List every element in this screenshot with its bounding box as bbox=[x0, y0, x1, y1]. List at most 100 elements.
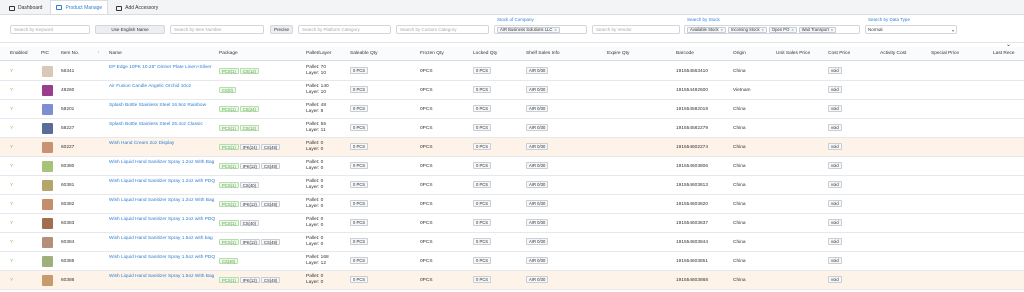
product-name-link[interactable]: Air Fusion Candle Angelic Orchid 10oz bbox=[109, 84, 221, 90]
close-icon[interactable]: × bbox=[791, 27, 793, 32]
table-row[interactable]: Y 58201 Splash Bottle Stainless Steel 16.9… bbox=[0, 100, 1024, 119]
saleable-qty-chip[interactable]: 0 PCS bbox=[350, 86, 369, 93]
product-thumbnail[interactable] bbox=[42, 104, 53, 115]
locked-qty-chip[interactable]: 0 PCS bbox=[473, 124, 492, 131]
locked-qty-chip[interactable]: 0 PCS bbox=[473, 86, 492, 93]
product-name-link[interactable]: Wish Liquid Hand Sanitizer Spray 1.5oz W… bbox=[109, 274, 221, 280]
cost-price-void-chip[interactable]: void bbox=[828, 276, 842, 283]
product-name-link[interactable]: Wish Hand Cream 2oz Display bbox=[109, 141, 221, 147]
stock-of-company-select[interactable]: AIR Business Solutions LLC × bbox=[494, 25, 587, 34]
saleable-qty-chip[interactable]: 0 PCS bbox=[350, 257, 369, 264]
product-thumbnail[interactable] bbox=[42, 123, 53, 134]
product-name-link[interactable]: Wish Liquid Hand Sanitizer Spray 1.5oz w… bbox=[109, 255, 221, 261]
shelf-sales-chip[interactable]: AIR 0/30 bbox=[526, 105, 549, 112]
shelf-sales-chip[interactable]: AIR 0/30 bbox=[526, 257, 549, 264]
shelf-sales-chip[interactable]: AIR 0/30 bbox=[526, 143, 549, 150]
col-unit-sales-price[interactable]: Unit Sales Price bbox=[776, 51, 810, 56]
keyword-search-input[interactable]: Search by Keyword bbox=[10, 25, 90, 34]
product-thumbnail[interactable] bbox=[42, 237, 53, 248]
cost-price-void-chip[interactable]: void bbox=[828, 67, 842, 74]
cost-price-void-chip[interactable]: void bbox=[828, 257, 842, 264]
col-locked-qty[interactable]: Locked Qty bbox=[473, 51, 497, 56]
product-name-link[interactable]: Wish Liquid Hand Sanitizer Spray 1.2oz w… bbox=[109, 179, 221, 185]
table-row[interactable]: Y 60382 Wish Liquid Hand Sanitizer Spray 1… bbox=[0, 195, 1024, 214]
search-by-stock-select[interactable]: Available Stock × Incoming Stock × Open PO… bbox=[684, 25, 860, 34]
platform-category-input[interactable]: Search by Platform Category bbox=[298, 25, 391, 34]
precise-button[interactable]: Precise bbox=[270, 25, 293, 34]
product-thumbnail[interactable] bbox=[42, 218, 53, 229]
saleable-qty-chip[interactable]: 0 PCS bbox=[350, 143, 369, 150]
col-package[interactable]: Package bbox=[219, 51, 238, 56]
use-english-name-button[interactable]: Use English Name bbox=[95, 25, 165, 34]
col-name[interactable]: Name bbox=[109, 51, 122, 56]
shelf-sales-chip[interactable]: AIR 0/30 bbox=[526, 219, 549, 226]
product-thumbnail[interactable] bbox=[42, 199, 53, 210]
col-frozen-qty[interactable]: Frozen Qty bbox=[420, 51, 444, 56]
table-row[interactable]: Y 56341 EP Edge 10PK 10.25" Dinner Plate L… bbox=[0, 62, 1024, 81]
cost-price-void-chip[interactable]: void bbox=[828, 86, 842, 93]
shelf-sales-chip[interactable]: AIR 0/30 bbox=[526, 162, 549, 169]
shelf-sales-chip[interactable]: AIR 0/30 bbox=[526, 181, 549, 188]
cost-price-void-chip[interactable]: void bbox=[828, 124, 842, 131]
table-row[interactable]: Y 58227 Splash Bottle Stainless Steel 25.4… bbox=[0, 119, 1024, 138]
data-type-select[interactable]: Normal ▾ bbox=[865, 25, 957, 34]
table-row[interactable]: Y 60384 Wish Liquid Hand Sanitizer Spray 1… bbox=[0, 233, 1024, 252]
saleable-qty-chip[interactable]: 0 PCS bbox=[350, 181, 369, 188]
table-row[interactable]: Y 60386 Wish Liquid Hand Sanitizer Spray 1… bbox=[0, 271, 1024, 290]
product-thumbnail[interactable] bbox=[42, 161, 53, 172]
tab-add-accessory[interactable]: Add Accessory bbox=[110, 1, 164, 14]
close-icon[interactable]: × bbox=[762, 27, 764, 32]
cost-price-void-chip[interactable]: void bbox=[828, 181, 842, 188]
close-icon[interactable]: × bbox=[554, 27, 556, 32]
stock-tag[interactable]: Wait Transport × bbox=[798, 26, 837, 33]
col-origin[interactable]: Origin bbox=[733, 51, 746, 56]
col-saleable-qty[interactable]: Saleable Qty bbox=[350, 51, 377, 56]
cost-price-void-chip[interactable]: void bbox=[828, 162, 842, 169]
col-item-no[interactable]: Item No. bbox=[61, 51, 79, 56]
table-row[interactable]: Y 60380 Wish Liquid Hand Sanitizer Spray 1… bbox=[0, 157, 1024, 176]
saleable-qty-chip[interactable]: 0 PCS bbox=[350, 105, 369, 112]
saleable-qty-chip[interactable]: 0 PCS bbox=[350, 124, 369, 131]
saleable-qty-chip[interactable]: 0 PCS bbox=[350, 200, 369, 207]
col-activity-cost[interactable]: Activity Cost bbox=[880, 51, 906, 56]
locked-qty-chip[interactable]: 0 PCS bbox=[473, 257, 492, 264]
cost-price-void-chip[interactable]: void bbox=[828, 238, 842, 245]
col-cost-price[interactable]: Cost Price bbox=[828, 51, 850, 56]
product-thumbnail[interactable] bbox=[42, 85, 53, 96]
locked-qty-chip[interactable]: 0 PCS bbox=[473, 219, 492, 226]
saleable-qty-chip[interactable]: 0 PCS bbox=[350, 219, 369, 226]
shelf-sales-chip[interactable]: AIR 0/30 bbox=[526, 200, 549, 207]
cost-price-void-chip[interactable]: void bbox=[828, 219, 842, 226]
stock-tag[interactable]: Open PO × bbox=[768, 26, 797, 33]
table-row[interactable]: Y 60385 Wish Liquid Hand Sanitizer Spray 1… bbox=[0, 252, 1024, 271]
stock-tag[interactable]: Available Stock × bbox=[687, 26, 726, 33]
product-thumbnail[interactable] bbox=[42, 142, 53, 153]
product-name-link[interactable]: EP Edge 10PK 10.25" Dinner Plate Linen+S… bbox=[109, 65, 221, 71]
shelf-sales-chip[interactable]: AIR 0/30 bbox=[526, 67, 549, 74]
product-name-link[interactable]: Splash Bottle Stainless Steel 16.9oz Rai… bbox=[109, 103, 221, 109]
shelf-sales-chip[interactable]: AIR 0/30 bbox=[526, 86, 549, 93]
custom-category-input[interactable]: Search by Custom Category bbox=[396, 25, 489, 34]
table-row[interactable]: Y 48260 Air Fusion Candle Angelic Orchid 1… bbox=[0, 81, 1024, 100]
product-thumbnail[interactable] bbox=[42, 256, 53, 267]
col-special-price[interactable]: Special Price bbox=[931, 51, 959, 56]
cost-price-void-chip[interactable]: void bbox=[828, 105, 842, 112]
locked-qty-chip[interactable]: 0 PCS bbox=[473, 238, 492, 245]
saleable-qty-chip[interactable]: 0 PCS bbox=[350, 276, 369, 283]
product-name-link[interactable]: Wish Liquid Hand Sanitizer Spray 1.2oz W… bbox=[109, 198, 221, 204]
tab-dashboard[interactable]: Dashboard bbox=[3, 1, 48, 14]
shelf-sales-chip[interactable]: AIR 0/30 bbox=[526, 124, 549, 131]
table-row[interactable]: Y 60227 Wish Hand Cream 2oz Display PCS(1) I… bbox=[0, 138, 1024, 157]
product-name-link[interactable]: Wish Liquid Hand Sanitizer Spray 1.2oz w… bbox=[109, 217, 221, 223]
product-name-link[interactable]: Wish Liquid Hand Sanitizer Spray 1.5oz w… bbox=[109, 236, 221, 242]
close-icon[interactable]: × bbox=[721, 27, 723, 32]
cost-price-void-chip[interactable]: void bbox=[828, 143, 842, 150]
col-expire-qty[interactable]: Expire Qty bbox=[607, 51, 629, 56]
locked-qty-chip[interactable]: 0 PCS bbox=[473, 181, 492, 188]
product-name-link[interactable]: Splash Bottle Stainless Steel 25.4oz Cla… bbox=[109, 122, 221, 128]
company-tag[interactable]: AIR Business Solutions LLC × bbox=[497, 26, 560, 33]
tab-product-manage[interactable]: Product Manage bbox=[50, 0, 109, 14]
locked-qty-chip[interactable]: 0 PCS bbox=[473, 143, 492, 150]
product-thumbnail[interactable] bbox=[42, 66, 53, 77]
item-number-search-input[interactable]: Search by Item Number bbox=[170, 25, 264, 34]
